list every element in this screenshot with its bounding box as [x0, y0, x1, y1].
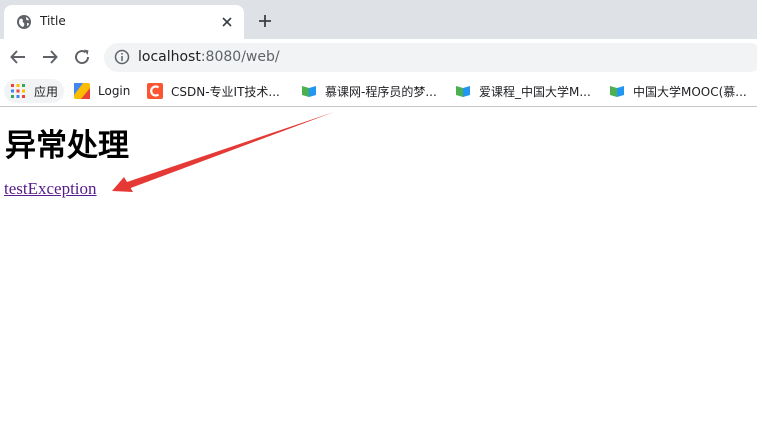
address-bar[interactable]: localhost:8080/web/: [104, 43, 757, 72]
test-exception-link[interactable]: testException: [4, 179, 97, 199]
bookmark-label: 爱课程_中国大学M...: [479, 84, 591, 99]
icourse-favicon-icon: [456, 86, 470, 97]
bookmark-label: 应用: [34, 84, 59, 99]
new-tab-icon[interactable]: [255, 11, 275, 31]
bookmark-label: CSDN-专业IT技术...: [171, 84, 280, 99]
bookmark-imooc[interactable]: 慕课网-程序员的梦...: [301, 79, 437, 103]
bookmark-label: 中国大学MOOC(慕...: [633, 84, 747, 99]
globe-icon: [17, 15, 31, 29]
bookmark-label: 慕课网-程序员的梦...: [325, 84, 437, 99]
forward-arrow-icon[interactable]: [38, 45, 62, 69]
close-tab-icon[interactable]: [218, 13, 236, 31]
page-content: 异常处理 testException: [0, 108, 757, 422]
bookmark-apps[interactable]: 应用: [4, 79, 64, 103]
csdn-favicon-icon: [147, 83, 163, 99]
url-text: localhost:8080/web/: [138, 49, 280, 65]
bookmark-label: Login: [98, 84, 131, 98]
apps-grid-icon: [11, 84, 25, 98]
url-host: localhost: [138, 49, 201, 65]
tab-strip: Title: [0, 0, 757, 39]
login-favicon-icon: [74, 83, 90, 99]
url-path: :8080/web/: [200, 49, 280, 65]
back-arrow-icon[interactable]: [6, 45, 30, 69]
bookmarks-bar: 应用 Login CSDN-专业IT技术... 慕课网-程序员的梦... 爱课程…: [0, 75, 757, 107]
info-icon[interactable]: [114, 49, 130, 65]
browser-toolbar: localhost:8080/web/: [0, 39, 757, 75]
bookmark-login[interactable]: Login: [74, 79, 130, 103]
reload-icon[interactable]: [70, 45, 94, 69]
tab-title: Title: [40, 14, 66, 28]
browser-tab[interactable]: Title: [4, 5, 244, 39]
imooc-favicon-icon: [302, 86, 316, 97]
bookmark-mooc[interactable]: 中国大学MOOC(慕...: [609, 79, 747, 103]
bookmark-icourse[interactable]: 爱课程_中国大学M...: [455, 79, 591, 103]
bookmark-csdn[interactable]: CSDN-专业IT技术...: [147, 79, 280, 103]
page-heading: 异常处理: [5, 128, 129, 164]
mooc-favicon-icon: [610, 86, 624, 97]
